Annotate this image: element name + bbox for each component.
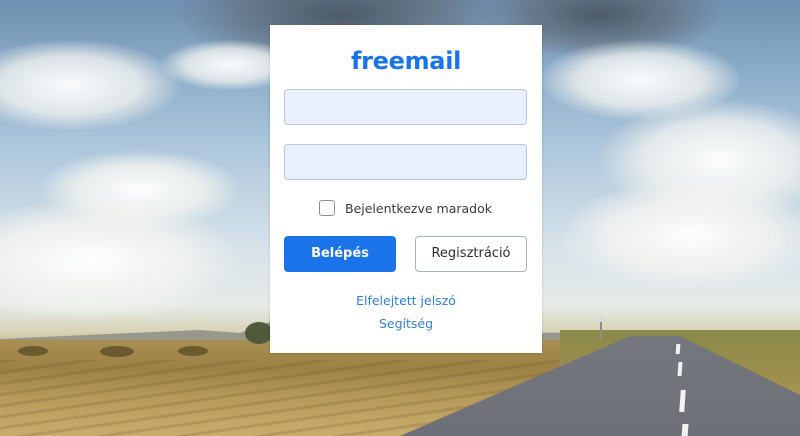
road-marking — [675, 344, 681, 354]
remember-me-checkbox[interactable] — [319, 200, 335, 216]
forgot-password-link[interactable]: Elfelejtett jelszó — [270, 293, 542, 308]
username-input[interactable] — [284, 89, 527, 125]
cloud — [40, 150, 240, 230]
background-landscape: freemail Bejelentkezve maradok Belépés R… — [0, 0, 800, 436]
tree — [245, 322, 273, 344]
remember-me-row[interactable]: Bejelentkezve maradok — [319, 199, 492, 217]
freemail-logo: freemail — [350, 47, 462, 75]
road-sign — [596, 314, 606, 322]
road-marking — [681, 424, 689, 436]
hay-bale — [100, 346, 134, 357]
hay-bale — [178, 346, 208, 356]
password-input[interactable] — [284, 144, 527, 180]
help-link[interactable]: Segítség — [270, 316, 542, 331]
register-button[interactable]: Regisztráció — [415, 236, 527, 272]
login-button[interactable]: Belépés — [284, 236, 396, 272]
login-card: freemail Bejelentkezve maradok Belépés R… — [270, 25, 542, 353]
remember-me-label[interactable]: Bejelentkezve maradok — [345, 201, 492, 216]
cloud — [560, 180, 800, 290]
cloud — [0, 40, 180, 130]
hay-bale — [18, 346, 48, 356]
